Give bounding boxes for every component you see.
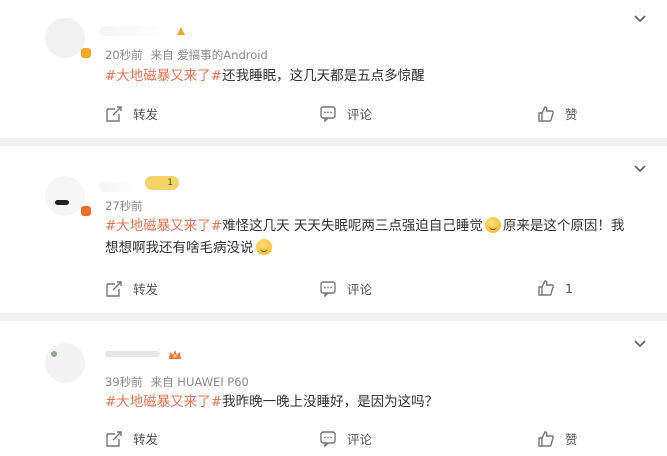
comment-icon bbox=[320, 280, 336, 298]
comment-label: 评论 bbox=[347, 282, 373, 297]
repost-icon bbox=[106, 430, 122, 447]
divider bbox=[0, 138, 667, 146]
like-count: 1 bbox=[565, 280, 573, 296]
smiley-emoji bbox=[484, 217, 501, 233]
like-label: 赞 bbox=[565, 432, 578, 447]
timestamp: 27秒前 bbox=[105, 199, 143, 213]
topic-link[interactable]: #大地磁暴又来了# bbox=[105, 218, 222, 234]
thumbs-up-icon bbox=[538, 280, 554, 296]
comment-icon bbox=[320, 105, 336, 123]
avatar[interactable] bbox=[45, 343, 91, 389]
chevron-down-icon[interactable] bbox=[633, 162, 647, 176]
repost-button[interactable]: 转发 bbox=[105, 279, 158, 298]
source: 来自 HUAWEI P60 bbox=[150, 375, 249, 389]
thumbs-up-icon bbox=[538, 430, 554, 447]
like-label: 赞 bbox=[565, 107, 578, 122]
repost-label: 转发 bbox=[133, 432, 159, 447]
username[interactable] bbox=[100, 182, 140, 192]
comment-icon bbox=[320, 430, 336, 448]
like-button[interactable]: 1 bbox=[537, 279, 573, 297]
topic-link[interactable]: #大地磁暴又来了# bbox=[105, 68, 222, 84]
comment-text: #大地磁暴又来了#还我睡眠，这几天都是五点多惊醒 bbox=[105, 65, 631, 87]
level-badge-text: 1 bbox=[167, 178, 173, 188]
repost-icon bbox=[106, 105, 122, 122]
comment-button[interactable]: 评论 bbox=[319, 279, 372, 298]
comment-body-line2: 想想啊我还有啥毛病没说 bbox=[105, 240, 254, 256]
avatar[interactable] bbox=[45, 176, 91, 222]
comment-label: 评论 bbox=[347, 107, 373, 122]
comment-text: #大地磁暴又来了#难怪这几天 天天失眠呢两三点强迫自己睡觉 原来是这个原因！我 想… bbox=[105, 215, 631, 259]
username[interactable] bbox=[105, 351, 160, 357]
like-button[interactable]: 赞 bbox=[537, 429, 578, 448]
comment-body: 难怪这几天 天天失眠呢两三点强迫自己睡觉 bbox=[222, 218, 483, 234]
comment-body: 还我睡眠，这几天都是五点多惊醒 bbox=[222, 68, 425, 84]
timestamp: 39秒前 bbox=[105, 375, 143, 389]
comment-button[interactable]: 评论 bbox=[319, 429, 372, 448]
comment-body: 我昨晚一晚上没睡好，是因为这吗？ bbox=[222, 394, 439, 410]
repost-button[interactable]: 转发 bbox=[105, 429, 158, 448]
comment-card: 39秒前 来自 HUAWEI P60 #大地磁暴又来了#我昨晚一晚上没睡好，是因为… bbox=[0, 321, 667, 456]
chevron-down-icon[interactable] bbox=[633, 12, 647, 26]
chevron-down-icon[interactable] bbox=[633, 337, 647, 351]
source: 来自 爱搞事的Android bbox=[150, 48, 268, 62]
repost-button[interactable]: 转发 bbox=[105, 104, 158, 123]
comment-meta: 27秒前 bbox=[105, 198, 143, 214]
user-badge-icon bbox=[175, 22, 187, 35]
repost-label: 转发 bbox=[133, 282, 159, 297]
comment-label: 评论 bbox=[347, 432, 373, 447]
comment-body-cont: 原来是这个原因！我 bbox=[502, 218, 625, 234]
comment-meta: 39秒前 来自 HUAWEI P60 bbox=[105, 374, 249, 390]
level-badge: 1 bbox=[145, 176, 179, 190]
username[interactable] bbox=[100, 26, 170, 36]
divider bbox=[0, 313, 667, 321]
topic-link[interactable]: #大地磁暴又来了# bbox=[105, 394, 222, 410]
timestamp: 20秒前 bbox=[105, 48, 143, 62]
crown-badge-icon bbox=[168, 347, 182, 361]
comment-text: #大地磁暴又来了#我昨晚一晚上没睡好，是因为这吗？ bbox=[105, 391, 631, 413]
repost-label: 转发 bbox=[133, 107, 159, 122]
comment-card: 20秒前 来自 爱搞事的Android #大地磁暴又来了#还我睡眠，这几天都是五点… bbox=[0, 0, 667, 130]
smiley-emoji bbox=[255, 239, 272, 255]
comment-button[interactable]: 评论 bbox=[319, 104, 372, 123]
repost-icon bbox=[106, 280, 122, 297]
thumbs-up-icon bbox=[538, 105, 554, 122]
action-bar: 转发 评论 赞 bbox=[105, 104, 645, 124]
comment-card: 1 27秒前 #大地磁暴又来了#难怪这几天 天天失眠呢两三点强迫自己睡觉 原来是这… bbox=[0, 146, 667, 311]
action-bar: 转发 评论 1 bbox=[105, 279, 645, 299]
comment-meta: 20秒前 来自 爱搞事的Android bbox=[105, 47, 268, 63]
action-bar: 转发 评论 赞 bbox=[105, 429, 645, 449]
like-button[interactable]: 赞 bbox=[537, 104, 578, 123]
avatar[interactable] bbox=[45, 18, 91, 64]
